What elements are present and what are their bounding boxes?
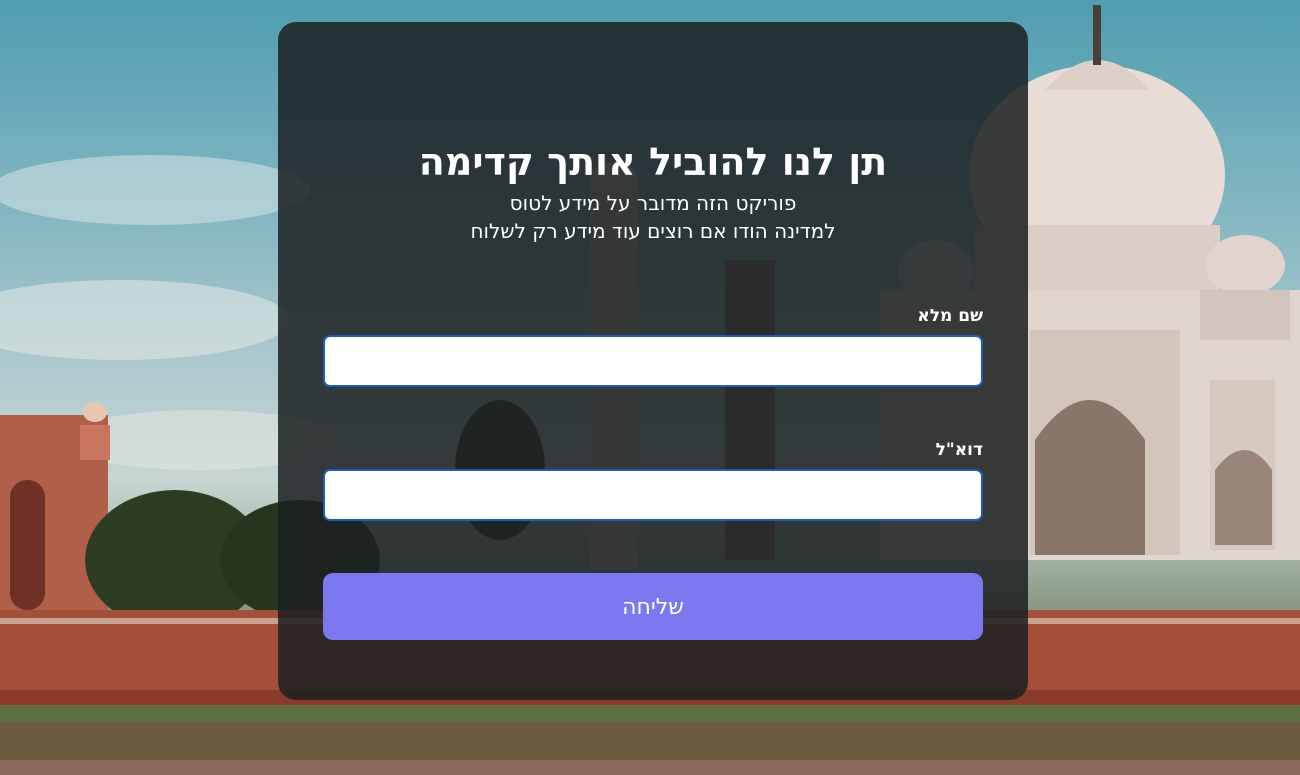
full-name-label: שם מלא xyxy=(917,306,983,326)
subtitle-line-1: פוריקט הזה מדובר על מידע לטוס xyxy=(509,191,797,215)
subtitle-line-2: למדינה הודו אם רוצים עוד מידע רק לשלוח xyxy=(470,219,836,243)
form-title: תן לנו להוביל אותך קדימה xyxy=(418,140,888,184)
full-name-input[interactable] xyxy=(323,335,983,387)
form-subtitle: פוריקט הזה מדובר על מידע לטוס למדינה הוד… xyxy=(278,189,1028,245)
submit-button[interactable]: שליחה xyxy=(323,573,983,640)
signup-card: תן לנו להוביל אותך קדימה פוריקט הזה מדוב… xyxy=(278,22,1028,700)
email-label: דוא"ל xyxy=(935,440,983,460)
email-input[interactable] xyxy=(323,469,983,521)
